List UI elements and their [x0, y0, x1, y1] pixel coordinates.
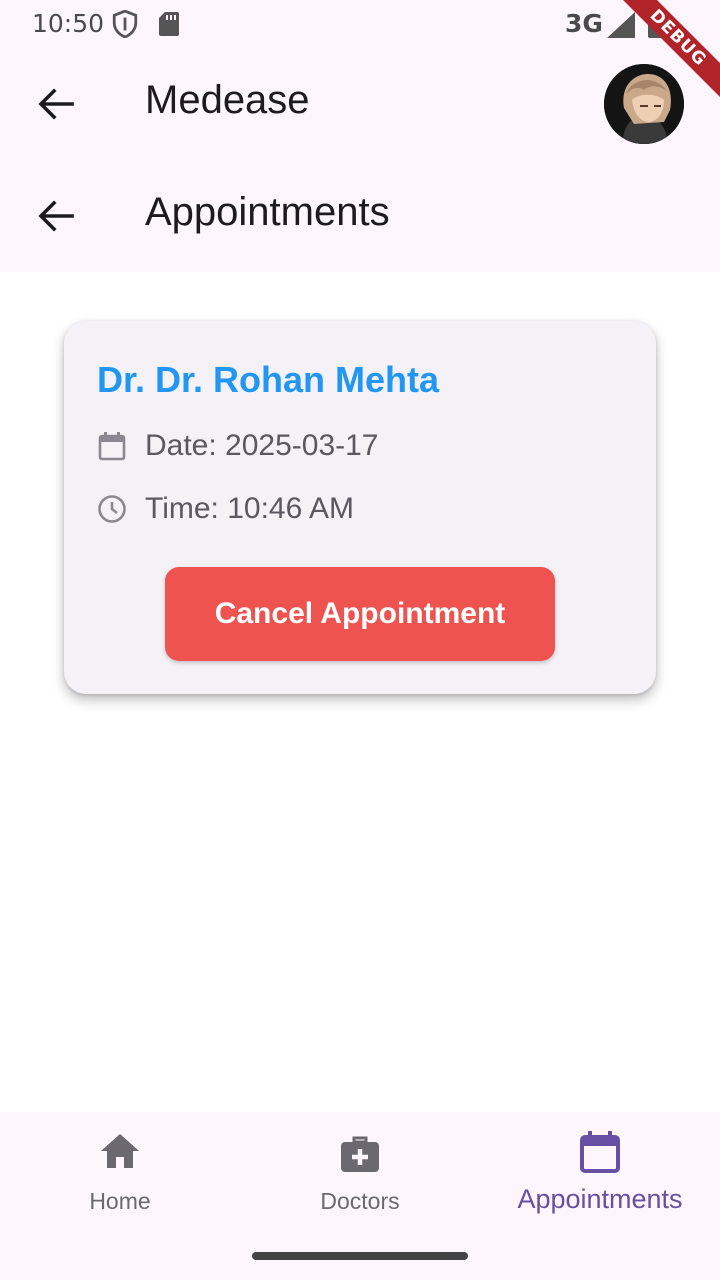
sub-app-bar: Appointments — [0, 160, 720, 272]
user-avatar[interactable] — [604, 64, 684, 144]
network-type: 3G — [565, 9, 603, 38]
nav-item-appointments[interactable]: Appointments — [480, 1112, 720, 1242]
page-title: Appointments — [145, 190, 390, 234]
nav-item-home[interactable]: Home — [0, 1112, 240, 1242]
back-button[interactable] — [30, 82, 82, 126]
nav-label-doctors: Doctors — [320, 1188, 400, 1214]
status-time: 10:50 — [32, 9, 105, 38]
home-icon — [99, 1132, 141, 1174]
app-screen: 10:50 3G DEBUG Medease Appointments Dr. … — [0, 0, 720, 1280]
doctor-name: Dr. Dr. Rohan Mehta — [97, 359, 440, 400]
medical-bag-icon — [339, 1132, 381, 1178]
appointment-date: Date: 2025-03-17 — [145, 429, 379, 462]
appointment-time: Time: 10:46 AM — [145, 492, 354, 525]
app-title: Medease — [145, 78, 310, 122]
avatar-image — [604, 64, 684, 144]
top-app-bar: Medease — [0, 48, 720, 160]
calendar-icon — [579, 1130, 621, 1178]
back-button[interactable] — [30, 194, 82, 238]
appointment-card: Dr. Dr. Rohan Mehta Date: 2025-03-17 Tim… — [64, 321, 656, 694]
status-bar: 10:50 3G — [0, 0, 720, 50]
nav-label-home: Home — [89, 1188, 151, 1214]
arrow-back-icon — [38, 200, 74, 232]
date-row: Date: 2025-03-17 — [97, 429, 379, 463]
calendar-icon — [97, 431, 127, 461]
clock-icon — [97, 494, 127, 524]
nav-label-appointments: Appointments — [517, 1184, 683, 1214]
sd-card-icon — [158, 12, 180, 40]
time-row: Time: 10:46 AM — [97, 492, 354, 526]
shield-icon — [112, 9, 138, 42]
cancel-appointment-button[interactable]: Cancel Appointment — [165, 567, 555, 661]
signal-icon — [607, 12, 635, 42]
arrow-back-icon — [38, 88, 74, 120]
nav-item-doctors[interactable]: Doctors — [240, 1112, 480, 1242]
home-indicator[interactable] — [252, 1252, 468, 1260]
